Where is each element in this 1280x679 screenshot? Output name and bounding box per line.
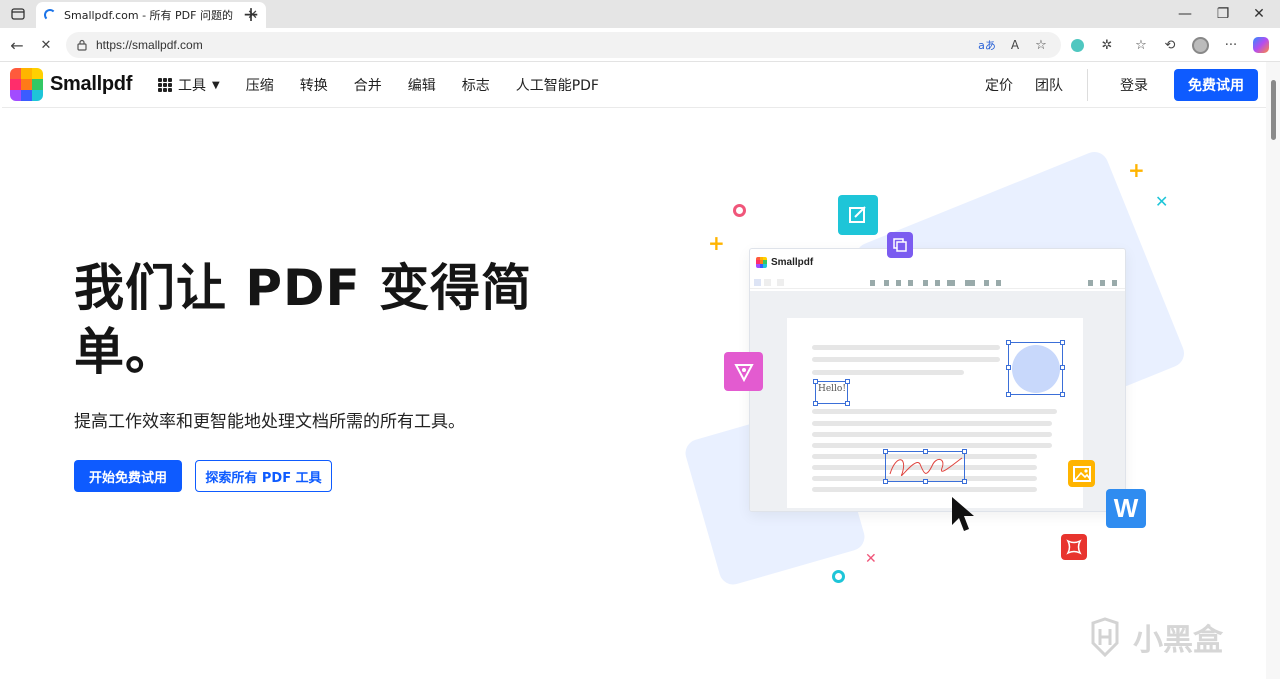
browser-toolbar: ← ✕ https://smallpdf.com aあ A ☆ ✲ ☆ ⟲ ··…: [0, 28, 1280, 62]
history-icon[interactable]: ⟲: [1161, 36, 1179, 54]
watermark-logo-icon: [1091, 617, 1119, 657]
extensions-puzzle-icon[interactable]: ✲: [1098, 36, 1116, 54]
nav-ai-pdf[interactable]: 人工智能PDF: [516, 75, 599, 95]
watermark: 小黑盒: [1085, 614, 1250, 660]
nav-pricing[interactable]: 定价: [985, 75, 1013, 95]
mockup-hello-text: Hello!: [818, 384, 846, 394]
scrollbar-thumb[interactable]: [1271, 80, 1276, 140]
browser-tab-smallpdf[interactable]: Smallpdf.com - 所有 PDF 问题的 ✕: [36, 2, 266, 28]
site-header: Smallpdf 工具 ▼ 压缩 转换 合并 编辑 标志 人工智能PDF 定价 …: [2, 62, 1266, 108]
word-document-icon: W: [1106, 489, 1146, 528]
back-icon[interactable]: ←: [8, 36, 26, 55]
smallpdf-logo-icon: [10, 68, 43, 101]
nav-compress[interactable]: 压缩: [246, 75, 274, 95]
edit-tool-icon: [838, 195, 878, 235]
brand-name: Smallpdf: [50, 73, 133, 95]
mockup-document-page: Hello!: [787, 318, 1083, 508]
start-free-trial-button[interactable]: 开始免费试用: [74, 460, 182, 492]
selected-signature: [883, 449, 967, 484]
crop-tool-icon: [1061, 534, 1087, 560]
smallpdf-logo[interactable]: Smallpdf: [10, 68, 132, 101]
loading-spinner-icon: [44, 9, 56, 21]
smallpdf-logo-icon: [756, 256, 767, 268]
extension-icon[interactable]: [1068, 36, 1086, 54]
page-scrollbar[interactable]: [1266, 62, 1280, 679]
tools-menu-button[interactable]: 工具 ▼: [158, 75, 220, 95]
site-info-icon[interactable]: [76, 39, 88, 51]
browser-tabbar: Smallpdf.com - 所有 PDF 问题的 ✕ + — ❐ ✕: [0, 0, 1280, 28]
close-window-button[interactable]: ✕: [1244, 0, 1274, 28]
hero-subtitle: 提高工作效率和更智能地处理文档所需的所有工具。: [74, 412, 465, 432]
free-trial-button[interactable]: 免费试用: [1174, 69, 1258, 101]
decor-circle-icon: [832, 570, 845, 583]
mockup-toolbar: [750, 275, 1125, 289]
tools-label: 工具: [178, 78, 206, 94]
decor-x-icon: ✕: [1155, 192, 1169, 211]
favorites-icon[interactable]: ☆: [1132, 36, 1150, 54]
nav-sign[interactable]: 标志: [462, 75, 490, 95]
explore-tools-button[interactable]: 探索所有 PDF 工具: [195, 460, 332, 492]
stop-loading-icon[interactable]: ✕: [37, 36, 55, 54]
address-bar-input[interactable]: https://smallpdf.com: [66, 32, 1061, 58]
account-nav: 定价 团队 登录 免费试用: [963, 62, 1258, 108]
watermark-text: 小黑盒: [1133, 623, 1223, 658]
minimize-button[interactable]: —: [1170, 0, 1200, 28]
mouse-cursor-icon: [952, 497, 974, 531]
favorite-star-icon[interactable]: ☆: [1032, 36, 1050, 54]
copy-pages-icon: [887, 232, 913, 258]
hero-title: 我们让 PDF 变得简单。: [74, 259, 533, 381]
url-text: https://smallpdf.com: [96, 38, 203, 52]
image-tool-icon: [1068, 460, 1095, 487]
mockup-app-name: Smallpdf: [771, 256, 814, 268]
read-aloud-icon[interactable]: A: [1006, 36, 1024, 54]
more-menu-icon[interactable]: ···: [1222, 36, 1240, 54]
copilot-icon[interactable]: [1252, 36, 1270, 54]
apps-grid-icon: [158, 78, 172, 92]
main-nav: 工具 ▼ 压缩 转换 合并 编辑 标志 人工智能PDF: [158, 62, 625, 108]
hero-illustration: + + ✕ ✕ Smallpdf Hello! W: [680, 147, 1200, 600]
nav-divider: [1087, 69, 1088, 101]
nav-merge[interactable]: 合并: [354, 75, 382, 95]
translate-icon[interactable]: aあ: [978, 36, 996, 54]
profile-avatar-icon[interactable]: [1191, 36, 1209, 54]
sign-pen-icon: [724, 352, 763, 391]
decor-circle-icon: [733, 204, 746, 217]
new-tab-button[interactable]: +: [240, 0, 262, 28]
nav-team[interactable]: 团队: [1035, 75, 1063, 95]
nav-convert[interactable]: 转换: [300, 75, 328, 95]
tab-actions-icon[interactable]: [6, 0, 30, 28]
selected-circle-shape: [1006, 340, 1065, 397]
maximize-button[interactable]: ❐: [1208, 0, 1238, 28]
decor-plus-icon: +: [1128, 158, 1145, 182]
nav-edit[interactable]: 编辑: [408, 75, 436, 95]
word-icon-letter: W: [1113, 493, 1139, 523]
decor-x-icon: ✕: [865, 551, 877, 567]
chevron-down-icon: ▼: [212, 79, 220, 91]
login-link[interactable]: 登录: [1120, 75, 1148, 95]
selected-text-box: Hello!: [813, 379, 850, 406]
tab-title: Smallpdf.com - 所有 PDF 问题的: [64, 9, 233, 22]
decor-plus-icon: +: [708, 231, 725, 255]
